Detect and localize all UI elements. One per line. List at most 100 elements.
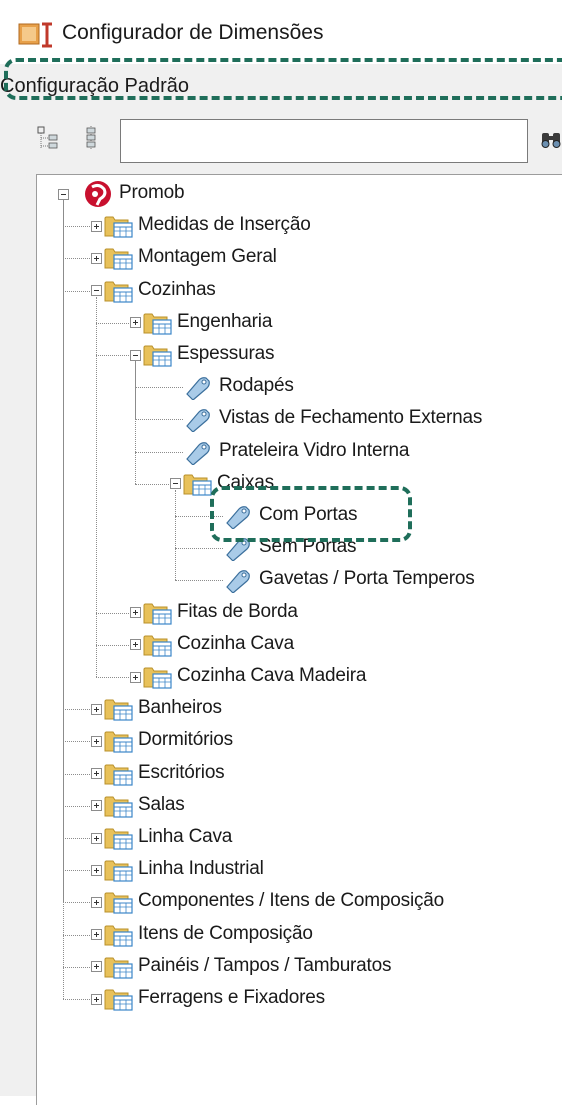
tree-connector: [96, 296, 97, 677]
folder-icon: [104, 699, 133, 721]
folder-icon: [104, 957, 133, 979]
expander-plus[interactable]: [90, 735, 102, 747]
tree-view[interactable]: Promob Medidas de Inserção Montagem Geral C…: [36, 174, 562, 1105]
tree-connector: [63, 999, 90, 1000]
tree-expand-icon[interactable]: [36, 124, 62, 152]
tree-connector: [63, 805, 90, 807]
tree-connector: [63, 741, 90, 743]
tree-node-label: Cozinhas: [138, 278, 216, 300]
tree-node-label: Engenharia: [177, 310, 273, 332]
folder-icon: [143, 345, 172, 367]
tree-connector: [135, 483, 169, 485]
tree-collapse-icon[interactable]: [82, 124, 108, 152]
tree-node-label: Gavetas / Porta Temperos: [259, 568, 475, 590]
expander-minus[interactable]: [129, 349, 141, 361]
expander-plus[interactable]: [90, 768, 102, 780]
tree-node[interactable]: Medidas de Inserção: [104, 211, 524, 243]
tree-node-label: Ferragens e Fixadores: [138, 987, 325, 1008]
expander-plus[interactable]: [90, 800, 102, 812]
expander-plus[interactable]: [90, 993, 102, 1005]
tree-connector: [63, 966, 90, 968]
binoculars-search-icon[interactable]: [540, 130, 562, 150]
tree-connector: [135, 451, 183, 453]
tree-node[interactable]: Cozinhas: [104, 276, 524, 308]
tree-node-label: Vistas de Fechamento Externas: [219, 407, 483, 429]
window-title: Configurador de Dimensões: [62, 21, 324, 44]
expander-plus[interactable]: [90, 220, 102, 232]
tree-node-root[interactable]: Promob: [75, 179, 275, 211]
tree-node-label: Escritórios: [138, 761, 225, 783]
tree-node[interactable]: Fitas de Borda: [143, 598, 562, 630]
tree-node-label: Painéis / Tampos / Tamburatos: [138, 954, 392, 976]
tree-node-label: Rodapés: [219, 375, 294, 397]
search-input[interactable]: [120, 119, 528, 163]
dimension-tag-icon: [186, 377, 210, 401]
expander-plus[interactable]: [90, 832, 102, 844]
tree-node-label: Itens de Composição: [138, 922, 313, 944]
expander-plus[interactable]: [90, 961, 102, 973]
tree-connector: [63, 934, 90, 936]
tree-node[interactable]: Cozinha Cava: [143, 630, 562, 662]
expander-plus[interactable]: [90, 929, 102, 941]
tree-connector: [175, 580, 223, 582]
expander-plus[interactable]: [90, 252, 102, 264]
expander-plus[interactable]: [129, 639, 141, 651]
folder-icon: [104, 860, 133, 882]
expander-plus[interactable]: [129, 317, 141, 329]
tree-connector: [135, 361, 136, 484]
tree-node[interactable]: Montagem Geral: [104, 243, 524, 275]
tree-connector: [63, 290, 90, 292]
tree-node-label: Componentes / Itens de Composição: [138, 890, 445, 912]
tree-connector: [175, 548, 223, 550]
folder-icon: [104, 281, 133, 303]
tree-node[interactable]: Painéis / Tampos / Tamburatos: [104, 952, 524, 984]
tree-connector: [96, 612, 129, 614]
folder-icon: [104, 248, 133, 270]
tree-node[interactable]: Espessuras: [143, 340, 562, 372]
tree-node[interactable]: Rodapés: [183, 372, 562, 404]
tree-connector: [96, 677, 129, 678]
expander-plus[interactable]: [129, 671, 141, 683]
tree-node[interactable]: Vistas de Fechamento Externas: [183, 404, 562, 436]
tree-connector: [63, 226, 90, 228]
folder-icon: [104, 892, 133, 914]
tree-node[interactable]: Linha Industrial: [104, 855, 524, 887]
tree-node-label: Cozinha Cava Madeira: [177, 665, 367, 686]
expander-plus[interactable]: [129, 607, 141, 619]
tree-node[interactable]: Gavetas / Porta Temperos: [223, 565, 562, 597]
tree-node[interactable]: Engenharia: [143, 308, 562, 340]
folder-icon: [143, 603, 172, 625]
expander-minus[interactable]: [90, 285, 102, 297]
tree-node-label: Linha Industrial: [138, 858, 264, 880]
tree-node[interactable]: Cozinha Cava Madeira: [143, 662, 562, 694]
expander-plus[interactable]: [90, 896, 102, 908]
folder-icon: [143, 313, 172, 335]
folder-icon: [143, 635, 172, 657]
tree-node[interactable]: Banheiros: [104, 694, 524, 726]
dimension-tag-icon: [186, 441, 210, 465]
expander-minus[interactable]: [57, 188, 69, 200]
tree-node[interactable]: Dormitórios: [104, 726, 524, 758]
expander-minus[interactable]: [169, 478, 181, 490]
tree-node-label: Montagem Geral: [138, 246, 277, 268]
dimension-tag-icon: [186, 409, 210, 433]
expander-plus[interactable]: [90, 864, 102, 876]
folder-icon: [104, 216, 133, 238]
tree-node-label: Medidas de Inserção: [138, 214, 311, 236]
expander-plus[interactable]: [90, 703, 102, 715]
tree-node-label: Espessuras: [177, 343, 275, 364]
tree-connector: [96, 644, 129, 646]
tree-connector: [63, 838, 90, 839]
tree-connector: [63, 200, 64, 999]
tree-connector: [63, 709, 90, 711]
tree-node[interactable]: Salas: [104, 791, 524, 823]
tree-node-label: Fitas de Borda: [177, 600, 298, 622]
tree-node-label: Salas: [138, 793, 185, 815]
tree-node[interactable]: Itens de Composição: [104, 920, 524, 952]
tree-node[interactable]: Escritórios: [104, 759, 524, 791]
tree-node[interactable]: Linha Cava: [104, 823, 524, 855]
tree-node[interactable]: Ferragens e Fixadores: [104, 984, 524, 1016]
com-portas-highlight: [210, 486, 412, 542]
tree-node[interactable]: Prateleira Vidro Interna: [183, 437, 562, 469]
tree-node[interactable]: Componentes / Itens de Composição: [104, 887, 524, 919]
